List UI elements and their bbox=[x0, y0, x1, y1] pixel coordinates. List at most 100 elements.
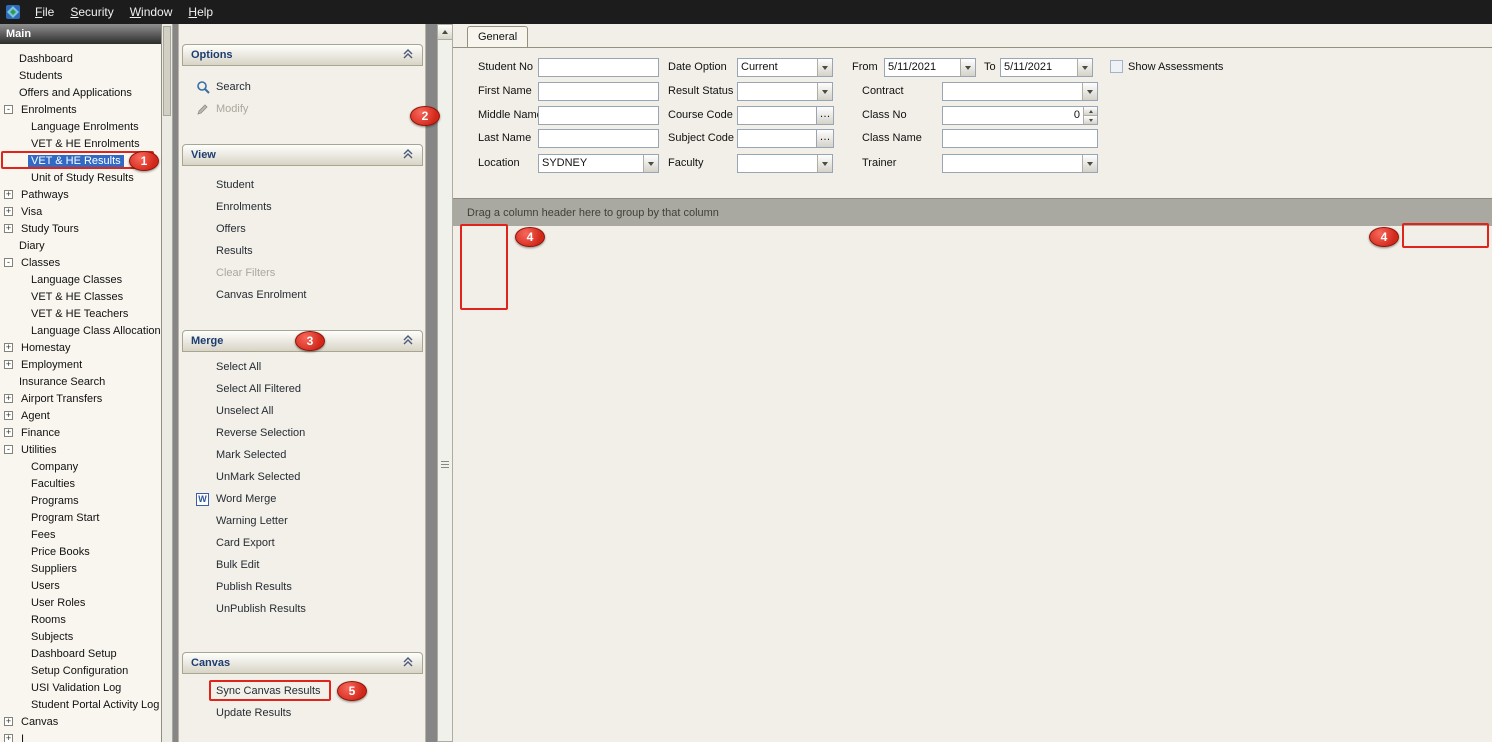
sidebar-item-suppliers[interactable]: Suppliers bbox=[0, 560, 161, 577]
date-option-select[interactable]: Current bbox=[737, 58, 833, 77]
sidebar-item-company[interactable]: Company bbox=[0, 458, 161, 475]
action-warning-letter[interactable]: Warning Letter bbox=[195, 510, 417, 532]
sidebar-item-pathways[interactable]: +Pathways bbox=[0, 186, 161, 203]
sidebar-item-finance[interactable]: +Finance bbox=[0, 424, 161, 441]
dropdown-arrow-icon[interactable] bbox=[817, 155, 832, 172]
menu-window[interactable]: Window bbox=[122, 2, 181, 22]
sidebar-item-subjects[interactable]: Subjects bbox=[0, 628, 161, 645]
sidebar-item-language-class-allocation[interactable]: Language Class Allocation bbox=[0, 322, 161, 339]
faculty-select[interactable] bbox=[737, 154, 833, 173]
dropdown-arrow-icon[interactable] bbox=[1077, 59, 1092, 76]
sidebar-item-vet-he-results[interactable]: VET & HE Results bbox=[0, 152, 161, 169]
student-no-input[interactable] bbox=[538, 58, 659, 77]
trainer-select[interactable] bbox=[942, 154, 1098, 173]
expand-icon[interactable]: + bbox=[4, 224, 13, 233]
sidebar-item-vet-he-classes[interactable]: VET & HE Classes bbox=[0, 288, 161, 305]
sidebar-item-users[interactable]: Users bbox=[0, 577, 161, 594]
splitter-grip[interactable] bbox=[441, 457, 449, 471]
action-publish-results[interactable]: Publish Results bbox=[195, 576, 417, 598]
expand-icon[interactable]: + bbox=[4, 428, 13, 437]
menu-help[interactable]: Help bbox=[180, 2, 221, 22]
collapse-chevron-icon[interactable] bbox=[402, 48, 414, 63]
sidebar-item-dashboard-setup[interactable]: Dashboard Setup bbox=[0, 645, 161, 662]
action-select-all[interactable]: Select All bbox=[195, 356, 417, 378]
collapse-chevron-icon[interactable] bbox=[402, 334, 414, 349]
collapse-chevron-icon[interactable] bbox=[402, 148, 414, 163]
sidebar-item-user-roles[interactable]: User Roles bbox=[0, 594, 161, 611]
action-unmark-selected[interactable]: UnMark Selected bbox=[195, 466, 417, 488]
section-header-options[interactable]: Options bbox=[182, 44, 423, 66]
show-assessments-checkbox[interactable] bbox=[1110, 60, 1123, 73]
menu-security[interactable]: Security bbox=[62, 2, 121, 22]
sidebar-item-setup-configuration[interactable]: Setup Configuration bbox=[0, 662, 161, 679]
tab-general[interactable]: General bbox=[467, 26, 528, 48]
sidebar-item-employment[interactable]: +Employment bbox=[0, 356, 161, 373]
collapse-icon[interactable]: - bbox=[4, 105, 13, 114]
sidebar-item-canvas[interactable]: +Canvas bbox=[0, 713, 161, 730]
from-date-select[interactable]: 5/11/2021 bbox=[884, 58, 976, 77]
sidebar-item-visa[interactable]: +Visa bbox=[0, 203, 161, 220]
dropdown-arrow-icon[interactable] bbox=[960, 59, 975, 76]
sidebar-scrollbar[interactable] bbox=[162, 24, 173, 742]
action-card-export[interactable]: Card Export bbox=[195, 532, 417, 554]
spinner-arrows-icon[interactable] bbox=[1083, 107, 1097, 124]
action-word-merge[interactable]: WWord Merge bbox=[195, 488, 417, 510]
dropdown-arrow-icon[interactable] bbox=[817, 83, 832, 100]
action-results[interactable]: Results bbox=[195, 240, 417, 262]
dropdown-arrow-icon[interactable] bbox=[1082, 83, 1097, 100]
sidebar-item-classes[interactable]: -Classes bbox=[0, 254, 161, 271]
sidebar-item-price-books[interactable]: Price Books bbox=[0, 543, 161, 560]
action-select-all-filtered[interactable]: Select All Filtered bbox=[195, 378, 417, 400]
sidebar-item-programs[interactable]: Programs bbox=[0, 492, 161, 509]
sidebar-item-program-start[interactable]: Program Start bbox=[0, 509, 161, 526]
sidebar-item-rooms[interactable]: Rooms bbox=[0, 611, 161, 628]
action-unselect-all[interactable]: Unselect All bbox=[195, 400, 417, 422]
sidebar-item-fees[interactable]: Fees bbox=[0, 526, 161, 543]
sidebar-item-homestay[interactable]: +Homestay bbox=[0, 339, 161, 356]
sidebar-item-faculties[interactable]: Faculties bbox=[0, 475, 161, 492]
group-by-bar[interactable]: Drag a column header here to group by th… bbox=[453, 198, 1492, 226]
sidebar-item-students[interactable]: Students bbox=[0, 67, 161, 84]
sidebar-item-vet-he-teachers[interactable]: VET & HE Teachers bbox=[0, 305, 161, 322]
sidebar-item-i[interactable]: +I bbox=[0, 730, 161, 742]
sidebar-item-vet-he-enrolments[interactable]: VET & HE Enrolments bbox=[0, 135, 161, 152]
menu-file[interactable]: File bbox=[27, 2, 62, 22]
middle-name-input[interactable] bbox=[538, 106, 659, 125]
expand-icon[interactable]: + bbox=[4, 360, 13, 369]
class-name-input[interactable] bbox=[942, 129, 1098, 148]
to-date-select[interactable]: 5/11/2021 bbox=[1000, 58, 1093, 77]
sidebar-item-language-enrolments[interactable]: Language Enrolments bbox=[0, 118, 161, 135]
action-student[interactable]: Student bbox=[195, 174, 417, 196]
action-reverse-selection[interactable]: Reverse Selection bbox=[195, 422, 417, 444]
expand-icon[interactable]: + bbox=[4, 411, 13, 420]
dropdown-arrow-icon[interactable] bbox=[643, 155, 658, 172]
action-unpublish-results[interactable]: UnPublish Results bbox=[195, 598, 417, 620]
sidebar-item-dashboard[interactable]: Dashboard bbox=[0, 50, 161, 67]
expand-icon[interactable]: + bbox=[4, 207, 13, 216]
dropdown-arrow-icon[interactable] bbox=[1082, 155, 1097, 172]
section-header-view[interactable]: View bbox=[182, 144, 423, 166]
sidebar-item-language-classes[interactable]: Language Classes bbox=[0, 271, 161, 288]
sidebar-item-offers-and-applications[interactable]: Offers and Applications bbox=[0, 84, 161, 101]
scrollbar-thumb[interactable] bbox=[163, 26, 171, 116]
expand-icon[interactable]: + bbox=[4, 717, 13, 726]
expand-icon[interactable]: + bbox=[4, 190, 13, 199]
section-header-merge[interactable]: Merge bbox=[182, 330, 423, 352]
scroll-up-button[interactable] bbox=[438, 25, 452, 40]
panel-scrollbar[interactable] bbox=[437, 24, 453, 742]
sidebar-item-diary[interactable]: Diary bbox=[0, 237, 161, 254]
class-no-spinner[interactable]: 0 bbox=[942, 106, 1098, 125]
location-select[interactable]: SYDNEY bbox=[538, 154, 659, 173]
subject-code-input[interactable] bbox=[737, 129, 817, 148]
expand-icon[interactable]: + bbox=[4, 734, 13, 742]
subject-code-browse-button[interactable] bbox=[817, 129, 834, 148]
collapse-chevron-icon[interactable] bbox=[402, 656, 414, 671]
expand-icon[interactable]: + bbox=[4, 343, 13, 352]
dropdown-arrow-icon[interactable] bbox=[817, 59, 832, 76]
course-code-input[interactable] bbox=[737, 106, 817, 125]
sidebar-item-enrolments[interactable]: -Enrolments bbox=[0, 101, 161, 118]
first-name-input[interactable] bbox=[538, 82, 659, 101]
result-status-select[interactable] bbox=[737, 82, 833, 101]
action-canvas-enrolment[interactable]: Canvas Enrolment bbox=[195, 284, 417, 306]
action-update-results[interactable]: Update Results bbox=[195, 702, 417, 724]
